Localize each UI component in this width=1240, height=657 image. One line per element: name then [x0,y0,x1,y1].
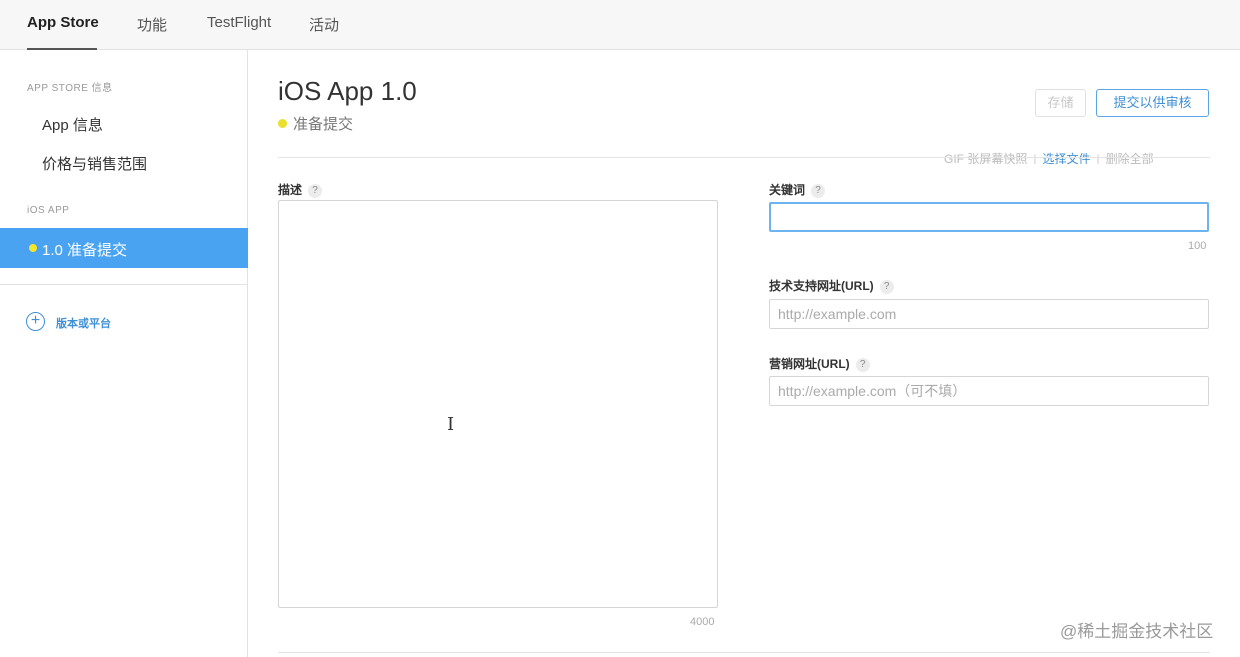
tab-app-store[interactable]: App Store [27,14,99,31]
keywords-label: 关键词? [769,181,826,198]
description-label: 描述? [278,181,323,198]
status-text: 准备提交 [293,116,354,133]
page-title: iOS App 1.0 [278,76,417,106]
marketing-url-label-text: 营销网址(URL) [769,357,850,371]
text-cursor-icon: I [447,414,455,435]
keywords-input[interactable] [769,202,1209,232]
sidebar-section-ios-app: iOS APP [27,205,70,216]
section-divider [278,157,1210,158]
sidebar-version-label: 1.0 准备提交 [42,242,128,259]
support-url-input[interactable] [769,299,1209,329]
help-icon[interactable]: ? [811,184,826,198]
sidebar-item-app-info[interactable]: App 信息 [42,114,103,135]
tab-testflight[interactable]: TestFlight [207,14,271,31]
description-textarea[interactable] [278,200,718,608]
support-url-label-text: 技术支持网址(URL) [769,279,874,293]
separator: | [1096,152,1100,164]
add-platform-label: 版本或平台 [56,318,111,330]
keywords-label-text: 关键词 [769,183,806,197]
status-badge: 准备提交 [278,113,353,134]
top-tab-bar: App Store 功能 TestFlight 活动 [0,0,1240,50]
support-url-label: 技术支持网址(URL)? [769,277,894,294]
help-icon[interactable]: ? [879,280,894,294]
keywords-char-counter: 100 [1188,240,1207,252]
description-label-text: 描述 [278,183,303,197]
separator: | [1033,152,1037,164]
status-dot-icon [29,244,37,252]
help-icon[interactable]: ? [855,358,870,372]
description-char-counter: 4000 [690,616,715,628]
sidebar-item-version-1-0[interactable]: 1.0 准备提交 [0,228,248,268]
sidebar-divider [0,284,247,285]
sidebar-item-pricing[interactable]: 价格与销售范围 [42,153,147,174]
watermark: @稀土掘金技术社区 [1060,622,1214,641]
submit-for-review-button[interactable]: 提交以供审核 [1096,89,1209,117]
status-dot-icon [278,119,287,128]
sidebar: APP STORE 信息 App 信息 价格与销售范围 iOS APP 1.0 … [0,50,248,657]
bottom-divider [278,652,1210,653]
plus-circle-icon: + [26,312,45,331]
tab-features[interactable]: 功能 [137,14,167,35]
sidebar-section-app-store-info: APP STORE 信息 [27,83,113,94]
save-button[interactable]: 存储 [1035,89,1086,117]
tab-activity[interactable]: 活动 [309,14,339,35]
help-icon[interactable]: ? [308,184,323,198]
marketing-url-input[interactable] [769,376,1209,406]
marketing-url-label: 营销网址(URL)? [769,355,870,372]
